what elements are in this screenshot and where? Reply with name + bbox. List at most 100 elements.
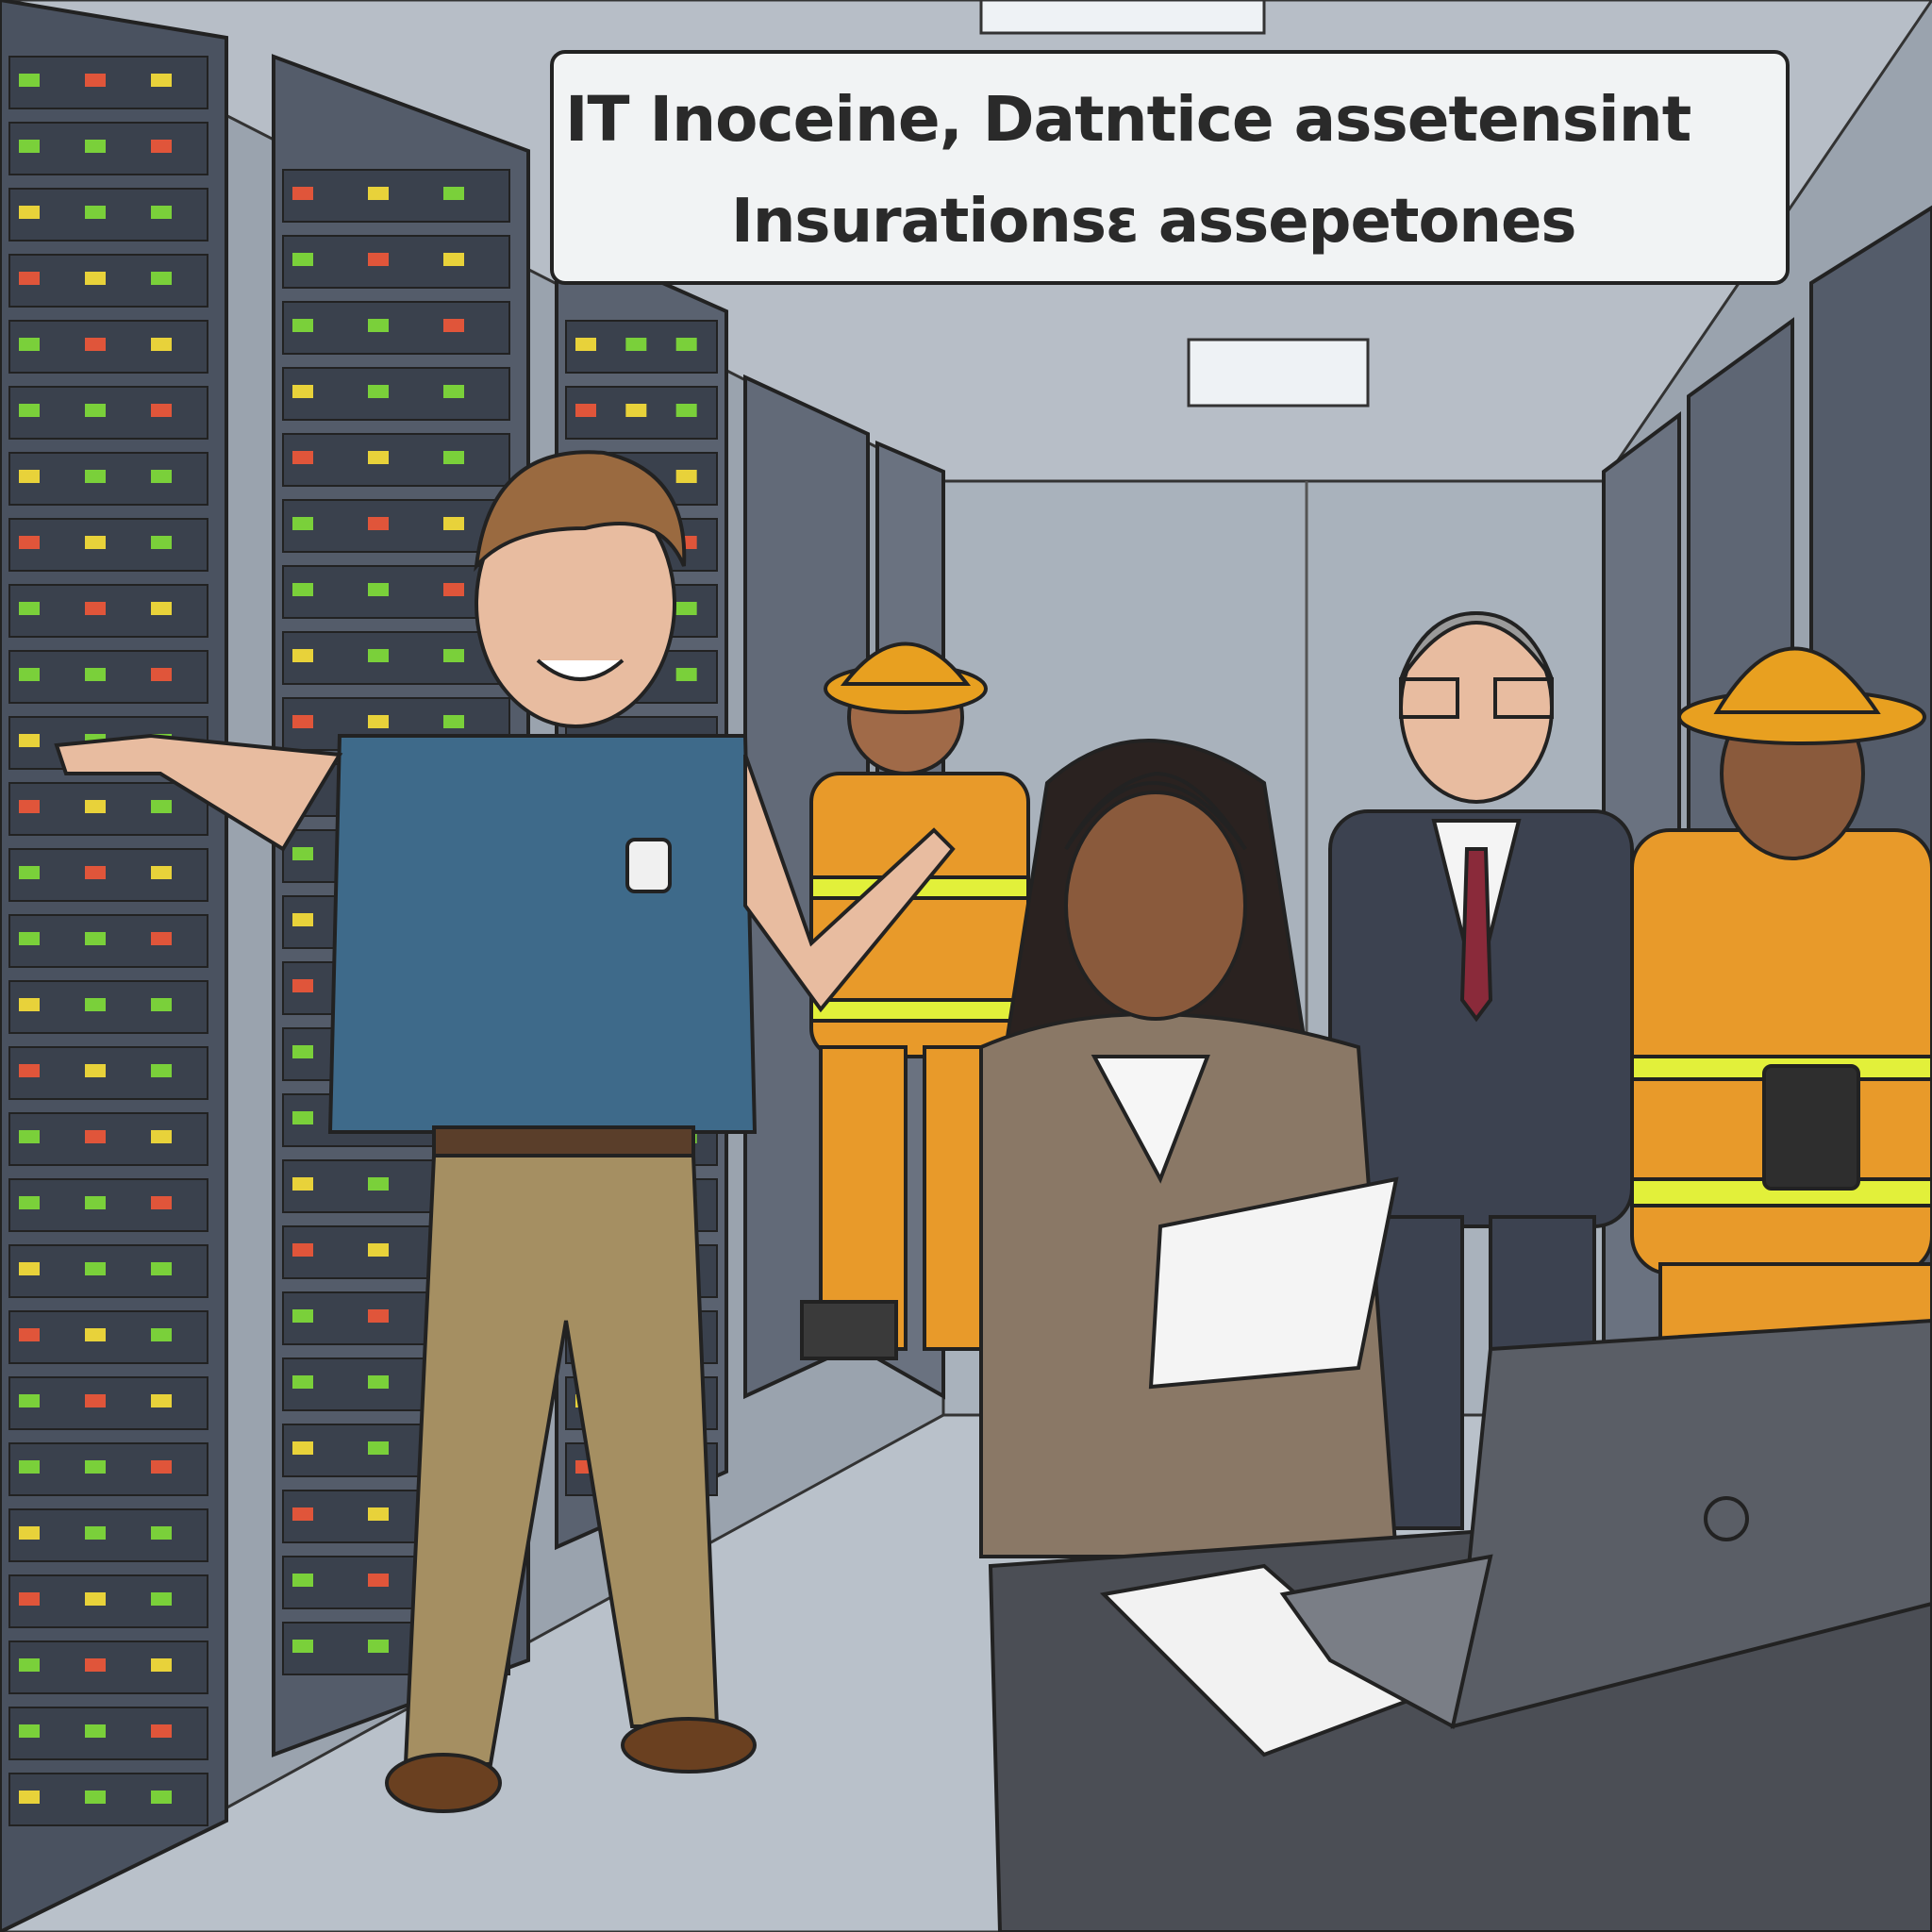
header-banner: IT Inoceine, Datntice assetensint Insura… <box>552 55 1788 281</box>
status-led <box>19 1328 40 1341</box>
status-led <box>368 649 389 662</box>
status-led <box>292 715 313 728</box>
status-led <box>85 470 106 483</box>
status-led <box>368 451 389 464</box>
status-led <box>675 602 697 615</box>
status-led <box>675 338 697 351</box>
status-led <box>151 536 172 549</box>
rack-unit <box>282 631 510 685</box>
status-led <box>292 319 313 332</box>
status-led <box>292 1309 313 1323</box>
status-led <box>19 206 40 219</box>
status-led <box>368 1507 389 1521</box>
status-led <box>151 602 172 615</box>
status-led <box>292 1375 313 1389</box>
status-led <box>292 1574 313 1587</box>
status-led <box>151 74 172 87</box>
ceiling-light <box>1187 338 1370 408</box>
status-led <box>19 338 40 351</box>
status-led <box>292 1441 313 1455</box>
status-led <box>675 404 697 417</box>
status-led <box>85 1724 106 1738</box>
status-led <box>85 1394 106 1407</box>
status-led <box>151 1790 172 1804</box>
status-led <box>368 187 389 200</box>
status-led <box>85 74 106 87</box>
status-led <box>19 1262 40 1275</box>
status-led <box>19 998 40 1011</box>
status-led <box>675 470 697 483</box>
status-led <box>85 1196 106 1209</box>
status-led <box>85 272 106 285</box>
status-led <box>443 517 464 530</box>
rack-unit <box>282 235 510 289</box>
status-led <box>19 602 40 615</box>
status-led <box>85 866 106 879</box>
status-led <box>292 583 313 596</box>
status-led <box>443 715 464 728</box>
polo-logo <box>625 838 672 893</box>
status-led <box>85 1526 106 1540</box>
status-led <box>368 715 389 728</box>
status-led <box>151 1328 172 1341</box>
status-led <box>292 1111 313 1124</box>
ceiling-light <box>979 0 1266 35</box>
status-led <box>625 404 647 417</box>
status-led <box>151 470 172 483</box>
status-led <box>19 1592 40 1606</box>
status-led <box>19 1196 40 1209</box>
status-led <box>19 1526 40 1540</box>
status-led <box>19 404 40 417</box>
status-led <box>443 649 464 662</box>
status-led <box>19 668 40 681</box>
status-led <box>85 1790 106 1804</box>
status-led <box>368 1640 389 1653</box>
status-led <box>19 74 40 87</box>
scene-art <box>0 0 1932 1932</box>
status-led <box>292 847 313 860</box>
status-led <box>151 1394 172 1407</box>
status-led <box>85 602 106 615</box>
status-led <box>19 1724 40 1738</box>
status-led <box>151 1130 172 1143</box>
status-led <box>151 1460 172 1474</box>
status-led <box>85 932 106 945</box>
status-led <box>292 1507 313 1521</box>
rack-unit <box>282 301 510 355</box>
status-led <box>368 583 389 596</box>
status-led <box>85 1328 106 1341</box>
status-led <box>85 1064 106 1077</box>
status-led <box>151 272 172 285</box>
status-led <box>151 1592 172 1606</box>
status-led <box>675 668 697 681</box>
status-led <box>85 998 106 1011</box>
status-led <box>151 800 172 813</box>
status-led <box>292 253 313 266</box>
status-led <box>19 272 40 285</box>
status-led <box>151 338 172 351</box>
status-led <box>292 913 313 926</box>
status-led <box>19 1064 40 1077</box>
status-led <box>19 1460 40 1474</box>
status-led <box>19 1394 40 1407</box>
status-led <box>625 338 647 351</box>
status-led <box>85 1658 106 1672</box>
status-led <box>19 536 40 549</box>
status-led <box>19 140 40 153</box>
status-led <box>19 734 40 747</box>
status-led <box>85 800 106 813</box>
status-led <box>151 1196 172 1209</box>
status-led <box>19 1130 40 1143</box>
status-led <box>292 385 313 398</box>
status-led <box>368 253 389 266</box>
status-led <box>19 866 40 879</box>
rack-unit <box>282 433 510 487</box>
status-led <box>368 1375 389 1389</box>
status-led <box>292 979 313 992</box>
status-led <box>368 1309 389 1323</box>
status-led <box>85 404 106 417</box>
status-led <box>85 140 106 153</box>
illustration-scene: IT Inoceine, Datntice assetensint Insura… <box>0 0 1932 1932</box>
status-led <box>151 866 172 879</box>
status-led <box>368 1574 389 1587</box>
